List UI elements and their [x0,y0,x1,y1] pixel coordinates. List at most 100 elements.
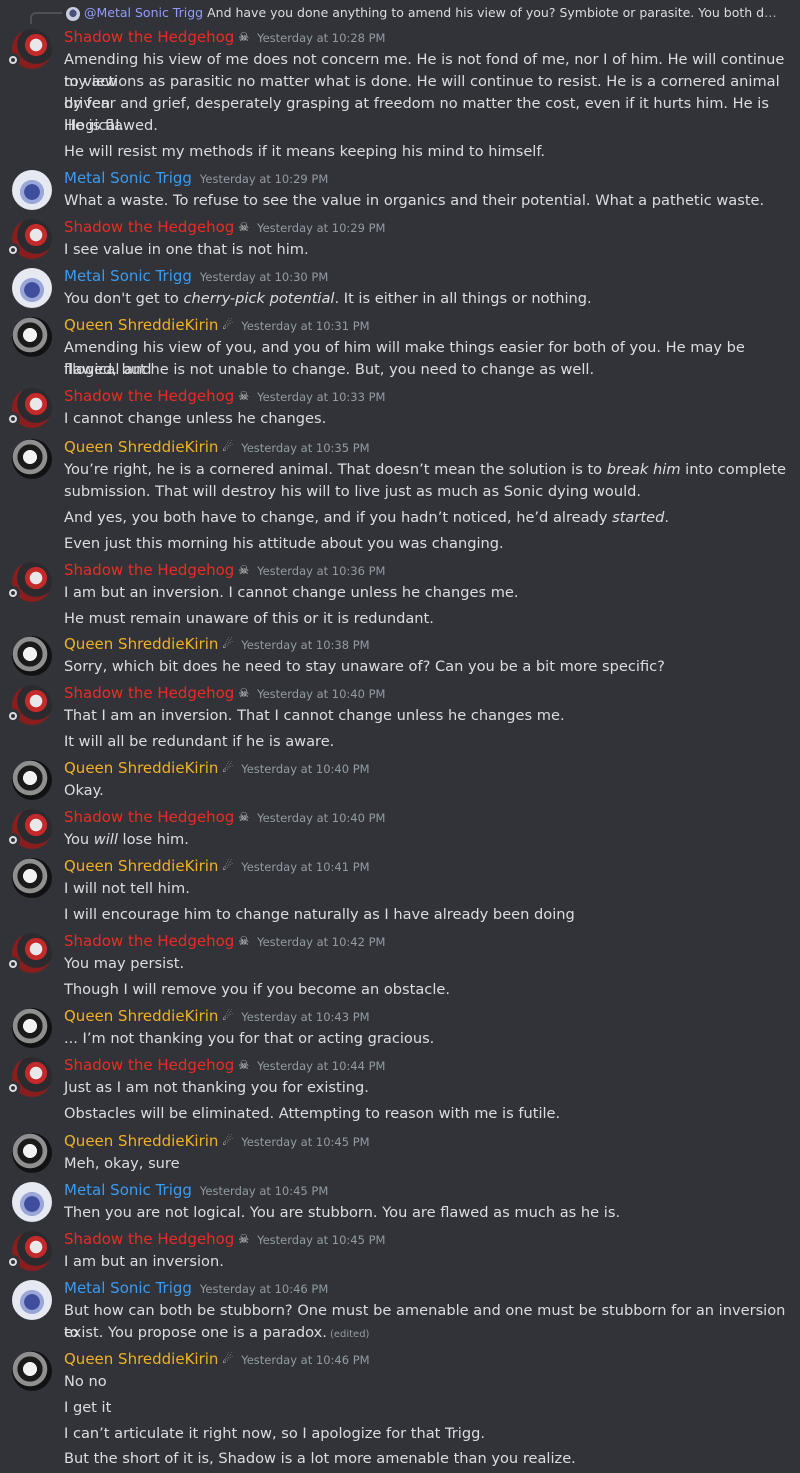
author-name[interactable]: Shadow the Hedgehog [64,932,234,950]
author-name[interactable]: Queen ShreddieKirin [64,316,218,334]
emphasis-text: will [93,831,118,848]
timestamp[interactable]: Yesterday at 10:46 PM [200,1282,328,1296]
timestamp[interactable]: Yesterday at 10:44 PM [257,1059,385,1073]
author-name[interactable]: Shadow the Hedgehog [64,684,234,702]
message-text: I will encourage him to change naturally… [64,906,575,923]
message-text: Sorry, which bit does he need to stay un… [64,658,665,675]
message-text: submission. That will destroy his will t… [64,483,642,500]
status-icon [6,833,20,847]
message-text: He is flawed. [64,117,158,134]
message-header: Metal Sonic Trigg Yesterday at 10:30 PM [64,266,328,288]
message-text: I see value in one that is not him. [64,241,309,258]
message-text: exist. You propose one is a paradox. [64,1324,327,1341]
avatar[interactable] [12,317,52,357]
author-name[interactable]: Shadow the Hedgehog [64,218,234,236]
avatar[interactable] [12,439,52,479]
timestamp[interactable]: Yesterday at 10:42 PM [257,935,385,949]
message-text: He will resist my methods if it means ke… [64,143,546,160]
message-header: Shadow the Hedgehog ☠ Yesterday at 10:40 P… [64,683,385,705]
author-name[interactable]: Queen ShreddieKirin [64,1350,218,1368]
author-name[interactable]: Shadow the Hedgehog [64,1230,234,1248]
timestamp[interactable]: Yesterday at 10:45 PM [241,1135,369,1149]
avatar[interactable] [12,1280,52,1320]
emphasis-text: cherry-pick potential [183,290,335,307]
timestamp[interactable]: Yesterday at 10:29 PM [200,172,328,186]
author-name[interactable]: Shadow the Hedgehog [64,28,234,46]
message-text: You don't get to cherry-pick potential. … [64,290,592,307]
timestamp[interactable]: Yesterday at 10:30 PM [200,270,328,284]
author-name[interactable]: Metal Sonic Trigg [64,1181,192,1199]
avatar[interactable] [12,636,52,676]
author-name[interactable]: Metal Sonic Trigg [64,169,192,187]
reply-avatar[interactable] [66,7,80,21]
author-name[interactable]: Metal Sonic Trigg [64,267,192,285]
author-name[interactable]: Shadow the Hedgehog [64,387,234,405]
message-text: Okay. [64,782,104,799]
avatar[interactable] [12,1133,52,1173]
avatar[interactable] [12,268,52,308]
author-name[interactable]: Queen ShreddieKirin [64,857,218,875]
message-header: Shadow the Hedgehog ☠ Yesterday at 10:44 P… [64,1055,385,1077]
avatar[interactable] [12,1182,52,1222]
timestamp[interactable]: Yesterday at 10:45 PM [257,1233,385,1247]
message-text: Even just this morning his attitude abou… [64,535,504,552]
message-header: Queen ShreddieKirin ☄ Yesterday at 10:43 P… [64,1006,370,1028]
skull-icon: ☠ [238,563,250,577]
message-header: Queen ShreddieKirin ☄ Yesterday at 10:38 P… [64,634,370,656]
skull-icon: ☠ [238,220,250,234]
timestamp[interactable]: Yesterday at 10:40 PM [257,687,385,701]
message-header: Queen ShreddieKirin ☄ Yesterday at 10:40 P… [64,758,370,780]
author-name[interactable]: Shadow the Hedgehog [64,1056,234,1074]
message-text: Meh, okay, sure [64,1155,180,1172]
message-text: Just as I am not thanking you for existi… [64,1079,369,1096]
timestamp[interactable]: Yesterday at 10:43 PM [241,1010,369,1024]
message-header: Queen ShreddieKirin ☄ Yesterday at 10:41 P… [64,856,370,878]
message-text: Obstacles will be eliminated. Attempting… [64,1105,561,1122]
timestamp[interactable]: Yesterday at 10:35 PM [241,441,369,455]
message-header: Shadow the Hedgehog ☠ Yesterday at 10:36 P… [64,560,385,582]
status-icon [6,709,20,723]
message-header: Shadow the Hedgehog ☠ Yesterday at 10:28 P… [64,27,385,49]
timestamp[interactable]: Yesterday at 10:29 PM [257,221,385,235]
timestamp[interactable]: Yesterday at 10:33 PM [257,390,385,404]
author-name[interactable]: Queen ShreddieKirin [64,759,218,777]
message-header: Queen ShreddieKirin ☄ Yesterday at 10:31 P… [64,315,370,337]
timestamp[interactable]: Yesterday at 10:31 PM [241,319,369,333]
avatar[interactable] [12,170,52,210]
timestamp[interactable]: Yesterday at 10:45 PM [200,1184,328,1198]
message-text: I can’t articulate it right now, so I ap… [64,1425,486,1442]
author-name[interactable]: Queen ShreddieKirin [64,635,218,653]
timestamp[interactable]: Yesterday at 10:28 PM [257,31,385,45]
author-name[interactable]: Queen ShreddieKirin [64,1007,218,1025]
reply-reference[interactable]: @Metal Sonic Trigg And have you done anyt… [0,0,800,27]
reply-preview[interactable]: @Metal Sonic Trigg And have you done anyt… [84,5,784,20]
reply-mention[interactable]: @Metal Sonic Trigg [84,5,203,20]
message-text: I cannot change unless he changes. [64,410,327,427]
timestamp[interactable]: Yesterday at 10:46 PM [241,1353,369,1367]
message-text: I will not tell him. [64,880,190,897]
skull-icon: ☠ [238,1058,250,1072]
timestamp[interactable]: Yesterday at 10:38 PM [241,638,369,652]
message-text: I am but an inversion. I cannot change u… [64,584,519,601]
message-text: He must remain unaware of this or it is … [64,610,434,627]
message-text: Then you are not logical. You are stubbo… [64,1204,621,1221]
avatar[interactable] [12,1008,52,1048]
avatar[interactable] [12,760,52,800]
timestamp[interactable]: Yesterday at 10:36 PM [257,564,385,578]
avatar[interactable] [12,858,52,898]
timestamp[interactable]: Yesterday at 10:40 PM [241,762,369,776]
comet-icon: ☄ [222,440,234,454]
skull-icon: ☠ [238,810,250,824]
message-text: You’re right, he is a cornered animal. T… [64,461,786,478]
avatar[interactable] [12,1351,52,1391]
timestamp[interactable]: Yesterday at 10:40 PM [257,811,385,825]
message-text-edited: exist. You propose one is a paradox. (edi… [64,1322,789,1346]
author-name[interactable]: Metal Sonic Trigg [64,1279,192,1297]
author-name[interactable]: Queen ShreddieKirin [64,438,218,456]
author-name[interactable]: Shadow the Hedgehog [64,808,234,826]
author-name[interactable]: Shadow the Hedgehog [64,561,234,579]
comet-icon: ☄ [222,761,234,775]
timestamp[interactable]: Yesterday at 10:41 PM [241,860,369,874]
author-name[interactable]: Queen ShreddieKirin [64,1132,218,1150]
emphasis-text: started [612,509,665,526]
